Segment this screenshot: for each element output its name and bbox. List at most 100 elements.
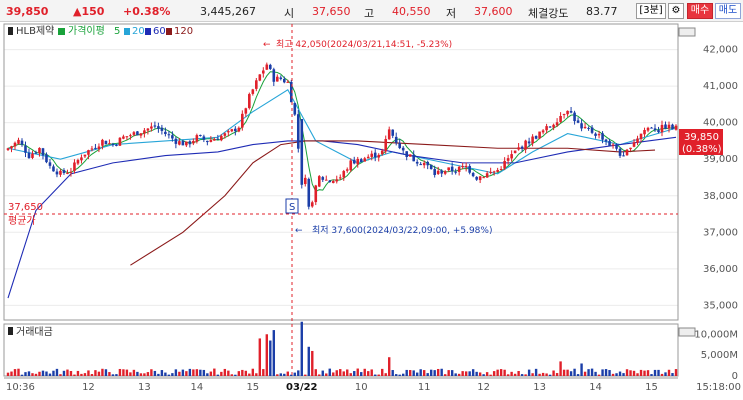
candle-body: [646, 127, 650, 131]
candle-body: [632, 142, 636, 147]
panel-control-icon[interactable]: [678, 27, 696, 37]
candle-body: [202, 136, 206, 140]
high-value: 40,550: [392, 5, 431, 18]
candle-body: [192, 141, 195, 144]
volume-bar: [433, 370, 436, 376]
volume-bar: [181, 369, 185, 376]
time-axis: 10:36 12 13 14 15 03/22 10 11 12 13 14 15 15:18:00: [6, 382, 741, 393]
candle-body: [492, 171, 496, 173]
candle-body: [534, 136, 538, 139]
volume-bar: [559, 361, 562, 376]
candle-body: [615, 144, 618, 149]
volume-bar: [178, 371, 181, 376]
volume-bar: [496, 369, 499, 376]
volume-bar: [622, 373, 625, 376]
price-tick-label: 41,000: [703, 81, 738, 92]
volume-bar: [251, 368, 255, 376]
volume-bar: [199, 369, 202, 376]
volume-bar: [412, 370, 415, 376]
volume-bar: [360, 372, 363, 376]
candle-body: [499, 168, 503, 170]
volume-bar: [104, 369, 108, 376]
candle-body: [377, 154, 381, 158]
candle-body: [359, 159, 363, 163]
candle-body: [94, 147, 97, 149]
candle-body: [436, 170, 440, 174]
candle-body: [503, 160, 506, 169]
volume-bar: [300, 321, 303, 376]
volume-bar: [625, 369, 629, 376]
candle-body: [216, 138, 220, 140]
candle-body: [597, 134, 601, 136]
candle-body: [160, 127, 164, 131]
candle-body: [143, 130, 146, 134]
volume-bar: [664, 372, 667, 376]
candle-body: [174, 138, 178, 144]
volume-bar: [192, 369, 195, 376]
volume-bar: [478, 372, 482, 376]
low-value: 37,600: [474, 5, 513, 18]
strength-label: 체결강도: [528, 7, 569, 20]
volume-bar: [160, 370, 164, 376]
volume-bar: [527, 369, 531, 376]
time-tick-label: 15: [246, 382, 259, 393]
legend-ma120: 120: [174, 26, 193, 37]
volume-bar: [534, 368, 538, 376]
candle-body: [27, 152, 31, 159]
candle-body: [517, 147, 520, 150]
candle-body: [548, 126, 552, 128]
average-price-label: 평균가: [8, 215, 36, 227]
candle-body: [146, 128, 150, 131]
sell-button[interactable]: 매도: [715, 3, 741, 19]
candle-body: [181, 141, 185, 146]
price-tick-label: 35,000: [703, 300, 738, 311]
volume-bar: [353, 371, 356, 376]
candle-body: [213, 139, 216, 141]
volume-bar: [464, 371, 468, 376]
volume-bar: [307, 346, 310, 376]
volume-bar: [601, 369, 604, 376]
candle-body: [461, 166, 464, 168]
volume-bar: [667, 369, 671, 376]
volume-bar: [321, 370, 324, 376]
volume-bar: [555, 373, 559, 376]
candle-body: [338, 177, 342, 179]
candle-body: [279, 77, 283, 80]
volume-bar: [388, 357, 391, 376]
volume-bar: [304, 374, 307, 376]
time-tick-label: 15: [645, 382, 658, 393]
candle-body: [220, 135, 223, 141]
open-label: 시: [284, 7, 295, 20]
price-chart[interactable]: 42,000 41,000 40,000 39,000 38,000 37,000 36,0…: [0, 22, 743, 400]
candle-body: [111, 144, 115, 146]
candle-body: [223, 133, 227, 136]
volume-bar: [59, 374, 62, 376]
low-annotation: 최저 37,600(2024/03/22,09:00, +5.98%): [312, 225, 492, 236]
volume-panel-control-icon[interactable]: [678, 327, 696, 337]
volume-bar: [206, 373, 209, 376]
buy-button[interactable]: 매수: [687, 3, 713, 19]
volume-bar: [213, 368, 216, 376]
candle-body: [541, 130, 545, 133]
volume-bar: [136, 371, 139, 376]
volume-bar: [325, 373, 328, 376]
interval-selector[interactable]: [3분]: [636, 3, 666, 19]
volume-bar: [272, 330, 276, 376]
candle-body: [251, 89, 255, 94]
candle-body: [139, 133, 143, 136]
volume-bar: [548, 374, 552, 376]
volume-bar: [269, 340, 272, 376]
candle-body: [104, 140, 108, 145]
volume-bar: [146, 372, 150, 376]
volume-bar: [517, 371, 520, 376]
gear-icon[interactable]: ⚙: [668, 3, 684, 19]
candle-body: [73, 162, 76, 171]
candle-body: [132, 132, 136, 135]
volume-bar: [608, 370, 611, 376]
volume-bar: [209, 371, 213, 376]
candle-body: [454, 171, 457, 173]
candle-body: [643, 130, 646, 135]
candle-body: [69, 171, 73, 173]
volume-bar: [646, 370, 650, 376]
volume-bar: [111, 374, 115, 376]
